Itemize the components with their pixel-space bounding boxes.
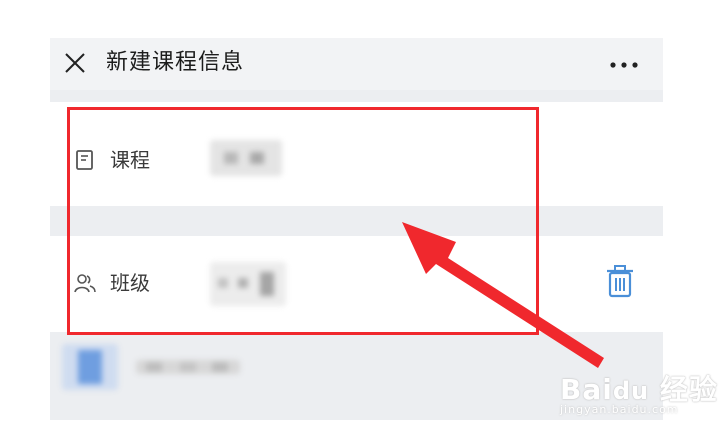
book-icon (76, 150, 93, 170)
caption-text (0, 423, 727, 443)
course-row[interactable]: 课程 (50, 102, 663, 206)
trash-icon[interactable] (605, 264, 635, 298)
title-bar: 新建课程信息 (50, 38, 663, 90)
page-title: 新建课程信息 (106, 50, 245, 75)
watermark-url: jingyan.baidu.com (560, 403, 679, 416)
divider (50, 90, 663, 102)
avatar (62, 344, 118, 390)
more-icon[interactable] (609, 60, 639, 70)
class-label: 班级 (110, 271, 150, 295)
class-value-blurred[interactable] (210, 262, 286, 306)
class-row[interactable]: 班级 (50, 236, 663, 332)
close-icon[interactable] (64, 52, 86, 74)
baidu-jingyan-logo: Baidu 经验 (560, 373, 718, 406)
member-name-blurred (136, 360, 240, 374)
section-divider (50, 206, 663, 236)
screenshot-page: 新建课程信息 课程 班级 Baidu 经验 jingyan.baidu.com (0, 0, 727, 443)
course-label: 课程 (110, 148, 150, 172)
app-screen: 新建课程信息 课程 班级 (50, 38, 663, 420)
people-icon (74, 274, 96, 293)
course-value-blurred[interactable] (210, 140, 282, 176)
